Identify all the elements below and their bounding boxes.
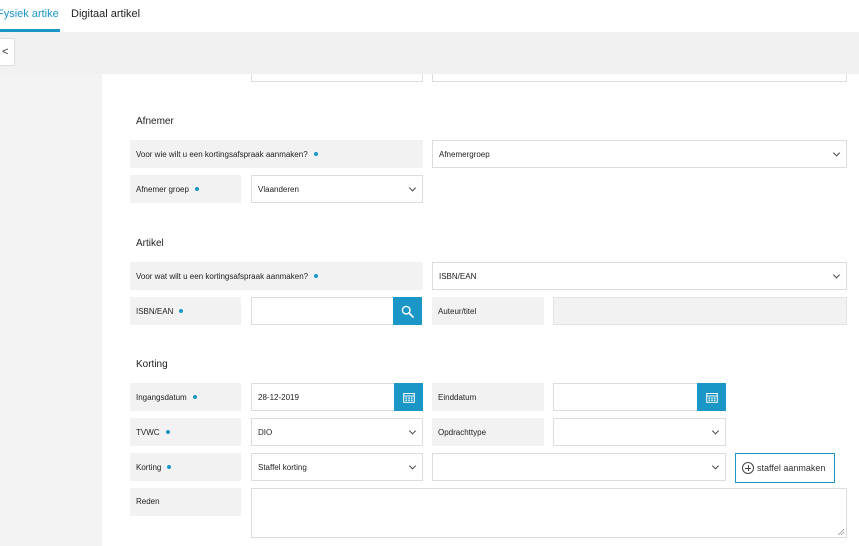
label-afnemer-group: Afnemer groep [130,175,241,203]
isbn-input[interactable] [251,297,394,325]
label-who: Voor wie wilt u een kortingsafspraak aan… [130,140,423,168]
label-reason-text: Reden [136,497,160,506]
chevron-down-icon [408,184,417,192]
select-order-type[interactable] [553,418,726,446]
required-dot [314,274,319,278]
select-who-value: Afnemergroep [439,149,490,159]
section-title-korting: Korting [136,359,168,370]
toolbar: < [0,32,859,74]
section-title-afnemer: Afnemer [136,116,174,127]
tab-physical-article[interactable]: Fysiek artikel [0,8,59,20]
required-dot [194,187,199,191]
search-icon [401,305,414,318]
label-end-date: Einddatum [432,383,544,411]
select-staffel[interactable] [432,453,726,481]
required-dot [167,465,172,469]
chevron-down-icon [408,427,417,435]
label-tvwc-text: TVWC [136,427,160,437]
label-author: Auteur/titel [432,297,544,325]
author-input[interactable] [553,297,847,325]
start-date-picker-button[interactable] [394,383,423,411]
resize-handle-icon[interactable] [838,529,844,535]
reason-textarea[interactable] [251,488,847,538]
label-afnemer-group-text: Afnemer groep [136,184,189,194]
select-afnemer-group-value: Vlaanderen [258,184,299,194]
label-start-date: Ingangsdatum [130,383,241,411]
calendar-icon [402,392,415,403]
search-button[interactable] [393,297,422,325]
label-tvwc: TVWC [130,418,241,446]
chevron-down-icon [711,427,720,435]
label-reason: Reden [130,488,241,516]
back-button[interactable]: < [0,38,15,66]
select-tvwc-value: DIO [258,427,273,437]
select-what-value: ISBN/EAN [439,271,477,281]
start-date-input[interactable]: 28-12-2019 [251,383,395,411]
select-afnemer-group[interactable]: Vlaanderen [251,175,423,203]
scrolled-field-left[interactable] [251,74,423,82]
chevron-down-icon [832,149,841,157]
chevron-down-icon [711,462,720,470]
label-order-type-text: Opdrachttype [438,427,487,437]
label-author-text: Auteur/titel [438,306,477,316]
tab-digital-article[interactable]: Digitaal artikel [71,8,140,20]
chevron-down-icon [408,462,417,470]
section-title-artikel: Artikel [136,238,164,249]
required-dot [313,152,318,156]
end-date-input[interactable] [553,383,698,411]
scrolled-field-right[interactable] [432,74,847,82]
label-order-type: Opdrachttype [432,418,544,446]
select-discount-type[interactable]: Staffel korting [251,453,423,481]
create-staffel-label: staffel aanmaken [757,463,826,473]
chevron-down-icon [832,271,841,279]
label-who-text: Voor wie wilt u een kortingsafspraak aan… [136,149,308,159]
tab-bar: Fysiek artikel Digitaal artikel [0,0,859,32]
required-dot [192,395,197,399]
create-staffel-button[interactable]: staffel aanmaken [735,453,835,483]
calendar-icon [705,392,718,403]
select-tvwc[interactable]: DIO [251,418,423,446]
label-start-date-text: Ingangsdatum [136,392,187,402]
label-what: Voor wat wilt u een kortingsafspraak aan… [130,262,423,290]
label-discount: Korting [130,453,241,481]
select-discount-type-value: Staffel korting [258,462,307,472]
end-date-picker-button[interactable] [697,383,726,411]
label-end-date-text: Einddatum [438,392,477,402]
select-who[interactable]: Afnemergroep [432,140,847,168]
label-discount-text: Korting [136,462,162,472]
label-isbn-text: ISBN/EAN [136,306,174,316]
label-what-text: Voor wat wilt u een kortingsafspraak aan… [136,271,309,281]
required-dot [165,430,170,434]
required-dot [179,309,184,313]
left-sidebar [0,74,102,546]
plus-circle-icon [742,462,754,474]
label-isbn: ISBN/EAN [130,297,241,325]
select-what[interactable]: ISBN/EAN [432,262,847,290]
